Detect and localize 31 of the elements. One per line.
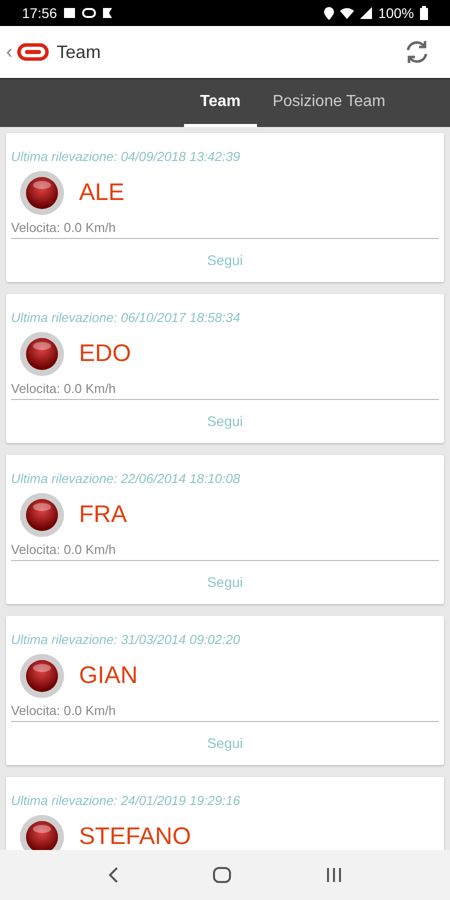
member-name: GIAN	[79, 662, 138, 690]
tab[interactable]: Team	[184, 79, 257, 127]
last-seen-text: Ultima rilevazione: 31/03/2014 09:02:20	[11, 632, 242, 647]
last-seen-text: Ultima rilevazione: 04/09/2018 13:42:39	[11, 149, 242, 164]
last-seen-text: Ultima rilevazione: 06/10/2017 18:58:34	[11, 310, 242, 325]
flag-icon	[102, 7, 114, 19]
chevron-left-icon	[106, 866, 119, 884]
signal-icon	[360, 7, 372, 19]
battery-icon	[420, 6, 428, 20]
member-name: STEFANO	[79, 823, 192, 850]
status-light-icon	[19, 492, 65, 538]
battery-percent: 100%	[378, 5, 414, 21]
member-name: EDO	[79, 340, 132, 368]
last-seen-text: Ultima rilevazione: 24/01/2019 19:29:16	[11, 793, 242, 808]
last-seen-text: Ultima rilevazione: 22/06/2014 18:10:08	[11, 471, 242, 486]
member-name: FRA	[79, 501, 127, 529]
wifi-icon	[340, 7, 354, 19]
tab[interactable]: Posizione Team	[256, 79, 402, 127]
image-icon	[63, 7, 76, 19]
back-button[interactable]: ‹	[6, 40, 13, 64]
home-icon	[212, 866, 232, 884]
status-light-icon	[19, 331, 65, 377]
status-light-icon	[19, 653, 65, 699]
member-name: ALE	[79, 179, 124, 207]
status-time: 17:56	[22, 5, 58, 21]
recents-icon	[325, 867, 344, 883]
link-icon	[82, 8, 96, 18]
status-light-icon	[19, 170, 65, 216]
screen-title: Team	[56, 42, 101, 62]
location-icon	[324, 6, 334, 20]
logo-icon	[16, 43, 49, 61]
